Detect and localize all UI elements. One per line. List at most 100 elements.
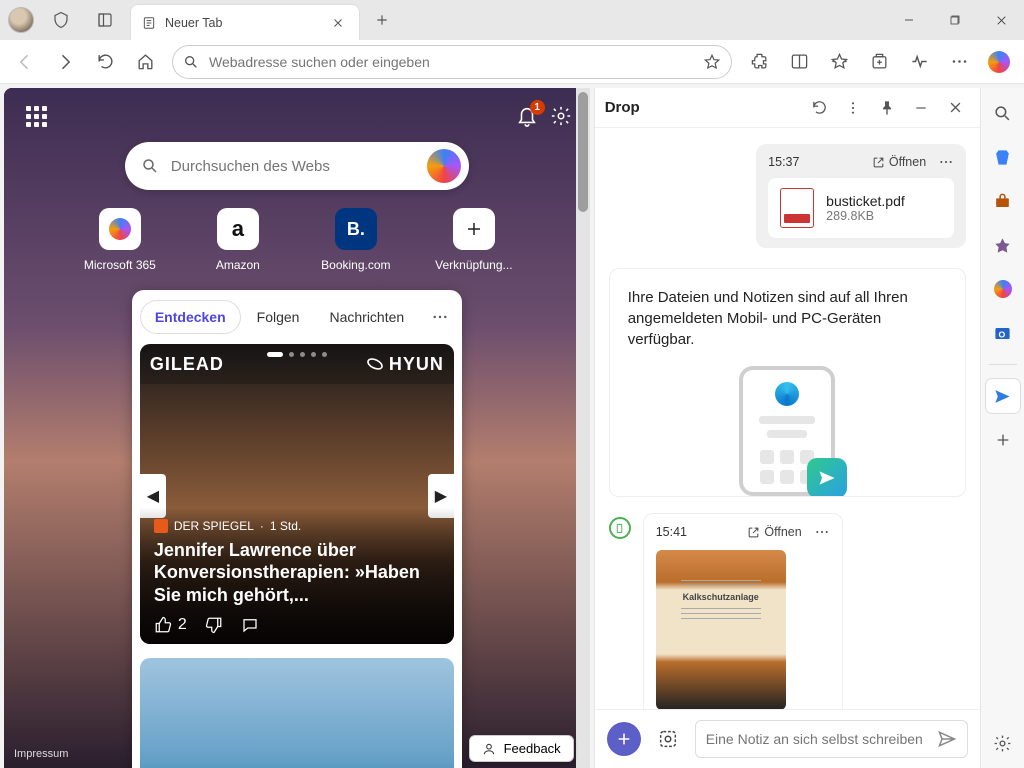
drop-pin-button[interactable] <box>872 93 902 123</box>
copilot-button[interactable] <box>980 44 1018 80</box>
app-launcher-icon[interactable] <box>22 102 50 130</box>
article-headline: Jennifer Lawrence über Konversionstherap… <box>154 539 440 607</box>
drop-info-card: Ihre Dateien und Notizen sind auf all Ih… <box>609 268 966 497</box>
collections-button[interactable] <box>860 44 898 80</box>
drop-message-2: 15:41 Öffnen Kalkschutzanlage <box>643 513 843 709</box>
file-size: 289.8KB <box>826 209 905 223</box>
drop-scan-button[interactable] <box>651 722 685 756</box>
tab-title: Neuer Tab <box>165 16 319 30</box>
sidebar-shopping-icon[interactable] <box>986 140 1020 174</box>
quicklink-booking[interactable]: B.Booking.com <box>316 208 396 272</box>
sidebar-outlook-icon[interactable]: O <box>986 316 1020 350</box>
send-illustration-icon <box>807 458 847 497</box>
sidebar-drop-icon[interactable] <box>986 379 1020 413</box>
drop-panel: Drop 15:37 Öffnen <box>594 88 980 768</box>
drop-note-input[interactable] <box>695 720 968 758</box>
msg2-time: 15:41 <box>656 525 687 539</box>
split-screen-button[interactable] <box>780 44 818 80</box>
drop-title: Drop <box>605 99 640 116</box>
msg1-more-button[interactable] <box>938 154 954 170</box>
sidebar-search-icon[interactable] <box>986 96 1020 130</box>
home-button[interactable] <box>126 44 164 80</box>
address-input[interactable] <box>209 54 693 70</box>
page-settings-button[interactable] <box>550 105 572 127</box>
quicklink-amazon[interactable]: aAmazon <box>198 208 278 272</box>
drop-close-button[interactable] <box>940 93 970 123</box>
feed-tab-follow[interactable]: Folgen <box>243 301 314 333</box>
send-icon[interactable] <box>937 729 957 749</box>
msg2-open-button[interactable]: Öffnen <box>747 525 801 539</box>
hero-article[interactable]: GILEADHYUN ◀ ▶ DER SPIEGEL·1 Std. Jennif… <box>140 344 454 644</box>
browser-toolbar <box>0 40 1024 84</box>
tab-actions-icon[interactable] <box>88 3 122 37</box>
favorites-button[interactable] <box>820 44 858 80</box>
file-name: busticket.pdf <box>826 193 905 209</box>
drop-note-field[interactable] <box>706 731 937 747</box>
dislike-button[interactable] <box>205 616 223 634</box>
drop-refresh-button[interactable] <box>804 93 834 123</box>
drop-add-button[interactable] <box>607 722 641 756</box>
feed-tab-discover[interactable]: Entdecken <box>140 300 241 334</box>
msg1-time: 15:37 <box>768 155 799 169</box>
impressum-link[interactable]: Impressum <box>14 748 68 760</box>
tab-close-button[interactable] <box>327 12 349 34</box>
sidebar-m365-icon[interactable] <box>986 272 1020 306</box>
web-search-box[interactable] <box>125 142 469 190</box>
window-minimize-button[interactable] <box>886 0 932 40</box>
new-tab-page: 1 Microsoft 365 aAmazon B.Booking.com Ve… <box>4 88 590 768</box>
source-icon <box>154 519 168 533</box>
drop-more-button[interactable] <box>838 93 868 123</box>
back-button[interactable] <box>6 44 44 80</box>
pdf-icon <box>780 188 814 228</box>
like-button[interactable]: 2 <box>154 616 187 634</box>
web-search-input[interactable] <box>171 158 415 175</box>
copilot-icon[interactable] <box>427 149 461 183</box>
health-button[interactable] <box>900 44 938 80</box>
msg1-open-button[interactable]: Öffnen <box>872 155 926 169</box>
ad-brand-right: HYUN <box>389 354 444 375</box>
svg-text:O: O <box>999 329 1006 339</box>
title-bar: Neuer Tab <box>0 0 1024 40</box>
ad-brand-left: GILEAD <box>150 354 224 375</box>
workspaces-icon[interactable] <box>44 3 78 37</box>
second-article[interactable] <box>140 658 454 768</box>
feedback-button[interactable]: Feedback <box>469 735 574 762</box>
new-tab-button[interactable] <box>366 4 398 36</box>
sidebar-tools-icon[interactable] <box>986 184 1020 218</box>
forward-button[interactable] <box>46 44 84 80</box>
comment-button[interactable] <box>241 616 259 634</box>
address-bar[interactable] <box>172 45 732 79</box>
article-source: DER SPIEGEL <box>174 519 254 533</box>
notifications-button[interactable]: 1 <box>516 105 538 127</box>
feed-more-button[interactable] <box>426 308 454 326</box>
refresh-button[interactable] <box>86 44 124 80</box>
phone-illustration <box>739 366 835 496</box>
article-time: 1 Std. <box>270 519 301 533</box>
profile-avatar[interactable] <box>8 7 34 33</box>
search-icon <box>141 157 159 175</box>
edge-sidebar: O <box>980 88 1024 768</box>
feed-card: Entdecken Folgen Nachrichten GILEADHYUN … <box>132 290 462 768</box>
device-badge-icon <box>609 517 631 539</box>
feed-tab-news[interactable]: Nachrichten <box>315 301 418 333</box>
drop-info-text: Ihre Dateien und Notizen sind auf all Ih… <box>628 287 947 350</box>
sidebar-add-button[interactable] <box>986 423 1020 457</box>
search-icon <box>183 54 199 70</box>
extensions-button[interactable] <box>740 44 778 80</box>
sidebar-games-icon[interactable] <box>986 228 1020 262</box>
quicklink-add[interactable]: Verknüpfung... <box>434 208 514 272</box>
drop-minimize-button[interactable] <box>906 93 936 123</box>
notification-badge: 1 <box>530 100 545 115</box>
msg2-more-button[interactable] <box>814 524 830 540</box>
image-attachment[interactable]: Kalkschutzanlage <box>656 550 786 709</box>
quicklink-microsoft365[interactable]: Microsoft 365 <box>80 208 160 272</box>
more-menu-button[interactable] <box>940 44 978 80</box>
drop-message-1: 15:37 Öffnen busticket.pdf 289.8KB <box>756 144 966 248</box>
file-attachment[interactable]: busticket.pdf 289.8KB <box>768 178 954 238</box>
tab-page-icon <box>141 15 157 31</box>
browser-tab[interactable]: Neuer Tab <box>130 4 360 40</box>
favorite-star-icon[interactable] <box>703 53 721 71</box>
window-maximize-button[interactable] <box>932 0 978 40</box>
sidebar-settings-icon[interactable] <box>986 726 1020 760</box>
window-close-button[interactable] <box>978 0 1024 40</box>
